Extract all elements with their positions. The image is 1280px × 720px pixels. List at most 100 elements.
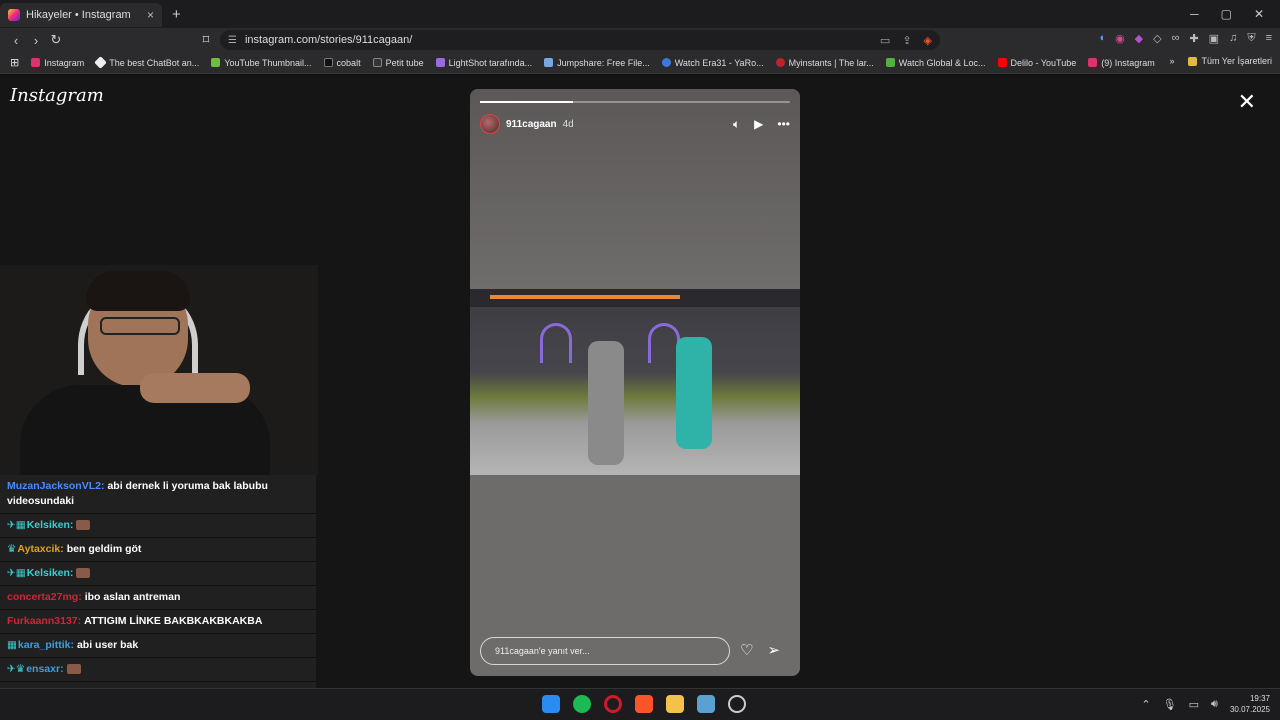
bookmark-item[interactable]: Petit tube	[372, 58, 424, 68]
opera-icon[interactable]	[604, 695, 622, 713]
extension-icon[interactable]: ◖	[1098, 32, 1105, 45]
brave-icon[interactable]	[635, 695, 653, 713]
chat-username[interactable]: MuzanJacksonVL2:	[7, 480, 104, 492]
gym-light	[490, 295, 680, 299]
story-video[interactable]	[470, 289, 800, 475]
brave-shield-icon[interactable]: ◈	[924, 34, 932, 47]
bookmarks-right: » Tüm Yer İşaretleri	[1169, 56, 1272, 66]
photos-icon[interactable]	[697, 695, 715, 713]
microphone-icon[interactable]: 🎙︎	[1163, 698, 1177, 711]
play-icon[interactable]: ▶	[754, 117, 763, 132]
chat-username[interactable]: Aytaxcik:	[17, 543, 63, 555]
back-icon[interactable]: ‹	[6, 33, 26, 48]
streamer-glasses	[100, 317, 180, 335]
bookmark-item[interactable]: cobalt	[323, 58, 361, 68]
share-icon[interactable]: ⇪	[902, 34, 911, 47]
lightshot-icon	[435, 58, 445, 67]
story-viewer[interactable]: 911cagaan 4d 🔈︎ ▶ ••• 911cagaan'e yanıt …	[470, 89, 800, 676]
reload-icon[interactable]: ↻	[46, 32, 66, 48]
apps-grid-icon[interactable]: ⊞	[10, 56, 19, 69]
extension-icon[interactable]: ◆	[1135, 32, 1143, 45]
app-icon[interactable]	[728, 695, 746, 713]
chat-badge-icon: ▦	[7, 639, 17, 651]
instagram-logo[interactable]: Instagram	[10, 85, 104, 106]
file-explorer-icon[interactable]	[666, 695, 684, 713]
chat-message: MuzanJacksonVL2: abi dernek li yoruma bak…	[0, 475, 316, 514]
bookmark-item[interactable]: Watch Era31 - YaRo...	[661, 58, 764, 68]
network-icon[interactable]: ▭	[1189, 698, 1199, 711]
streamer-hair	[86, 271, 190, 311]
story-progress-fill	[480, 101, 573, 103]
wallet-icon[interactable]: ⛨	[1247, 32, 1255, 45]
send-icon[interactable]: ➢	[767, 641, 780, 659]
chat-username[interactable]: Kelsiken:	[27, 567, 74, 579]
more-bookmarks-icon[interactable]: »	[1169, 56, 1174, 66]
cast-icon[interactable]: ▭	[880, 34, 890, 47]
story-reply-input[interactable]: 911cagaan'e yanıt ver...	[480, 637, 730, 665]
maximize-icon[interactable]: ▢	[1221, 7, 1232, 21]
story-age: 4d	[562, 118, 574, 130]
bookmark-item[interactable]: Jumpshare: Free File...	[544, 58, 650, 68]
bookmarks-bar: ⊞ Instagram The best ChatBot an... YouTu…	[0, 52, 1280, 74]
more-options-icon[interactable]: •••	[777, 117, 790, 132]
mute-icon[interactable]: 🔈︎	[733, 117, 740, 132]
extension-icon[interactable]: ◇	[1153, 32, 1161, 45]
chat-message: ♛Aytaxcik: ben geldim göt	[0, 538, 316, 562]
bookmark-item[interactable]: (9) Instagram	[1088, 58, 1155, 68]
window-close-icon[interactable]: ✕	[1254, 7, 1264, 21]
chat-username[interactable]: kara_pittik:	[18, 639, 74, 651]
chat-message: ✈▦Kelsiken:	[0, 562, 316, 586]
system-tray: ⌃ 🎙︎ ▭ 🔊︎ 19:37 30.07.2025	[1141, 693, 1270, 715]
youtube-icon	[997, 58, 1007, 67]
bookmark-item[interactable]: Watch Global & Loc...	[885, 58, 986, 68]
extension-icons: ◖ ◉ ◆ ◇ ∞ ✚ ▣ ♫ ⛨ ≡	[1098, 32, 1272, 45]
bookmark-item[interactable]: LightShot tarafında...	[435, 58, 532, 68]
chat-username[interactable]: Kelsiken:	[27, 519, 74, 531]
story-actions: ♡ ➢	[740, 641, 780, 659]
bookmark-item[interactable]: Delilo - YouTube	[997, 58, 1076, 68]
chat-message: ▦kara_pittik: abi user bak	[0, 634, 316, 658]
tab-bar: Hikayeler • Instagram × + ─ ▢ ✕	[0, 0, 1280, 28]
chat-text: ibo aslan antreman	[84, 591, 181, 603]
chat-username[interactable]: concerta27mg:	[7, 591, 82, 603]
extensions-puzzle-icon[interactable]: ✚	[1189, 32, 1198, 45]
clock-date: 30.07.2025	[1229, 705, 1270, 714]
new-tab-button[interactable]: +	[172, 6, 181, 23]
chat-username[interactable]: Furkaann3137:	[7, 615, 81, 627]
bookmark-item[interactable]: Myinstants | The lar...	[775, 58, 874, 68]
extension-icon[interactable]: ◉	[1115, 32, 1125, 45]
browser-tab-instagram[interactable]: Hikayeler • Instagram ×	[0, 3, 162, 27]
forward-icon[interactable]: ›	[26, 33, 46, 48]
taskbar-clock[interactable]: 19:37 30.07.2025	[1230, 693, 1270, 715]
bookmark-page-icon[interactable]: ⌑	[196, 32, 216, 48]
tab-close-icon[interactable]: ×	[147, 8, 154, 22]
bookmark-item[interactable]: The best ChatBot an...	[94, 56, 199, 69]
volume-icon[interactable]: 🔊︎	[1211, 698, 1218, 711]
menu-icon[interactable]: ≡	[1266, 32, 1272, 45]
url-field[interactable]: ☰ instagram.com/stories/911cagaan/ ▭ ⇪ ◈	[220, 30, 940, 50]
clock-time: 19:37	[1249, 694, 1270, 703]
chat-badge-icon: ✈▦	[7, 519, 26, 531]
media-icon[interactable]: ♫	[1229, 32, 1237, 45]
address-bar-row: ‹ › ↻ ⌑ ☰ instagram.com/stories/911cagaa…	[0, 28, 1280, 52]
stream-chat: MuzanJacksonVL2: abi dernek li yoruma bak…	[0, 475, 316, 706]
all-bookmarks-folder[interactable]: Tüm Yer İşaretleri	[1188, 56, 1272, 66]
bookmark-item[interactable]: Instagram	[31, 58, 84, 68]
instagram-favicon-icon	[8, 9, 20, 21]
sidebar-icon[interactable]: ▣	[1209, 32, 1219, 45]
tray-overflow-icon[interactable]: ⌃	[1141, 698, 1150, 711]
chat-username[interactable]: ensaxr:	[26, 663, 63, 675]
chat-emote-icon	[76, 568, 91, 579]
close-story-icon[interactable]: ✕	[1238, 89, 1256, 115]
twitch-icon	[885, 58, 895, 67]
extension-icon[interactable]: ∞	[1172, 32, 1180, 45]
bookmark-item[interactable]: YouTube Thumbnail...	[211, 58, 312, 68]
avatar[interactable]	[480, 114, 500, 134]
story-username[interactable]: 911cagaan	[506, 119, 557, 130]
spotify-icon[interactable]	[573, 695, 591, 713]
like-heart-icon[interactable]: ♡	[740, 641, 753, 659]
minimize-icon[interactable]: ─	[1190, 7, 1199, 21]
windows-start-icon[interactable]	[542, 695, 560, 713]
thumbnail-icon	[211, 58, 221, 67]
site-info-icon[interactable]: ☰	[228, 35, 237, 46]
